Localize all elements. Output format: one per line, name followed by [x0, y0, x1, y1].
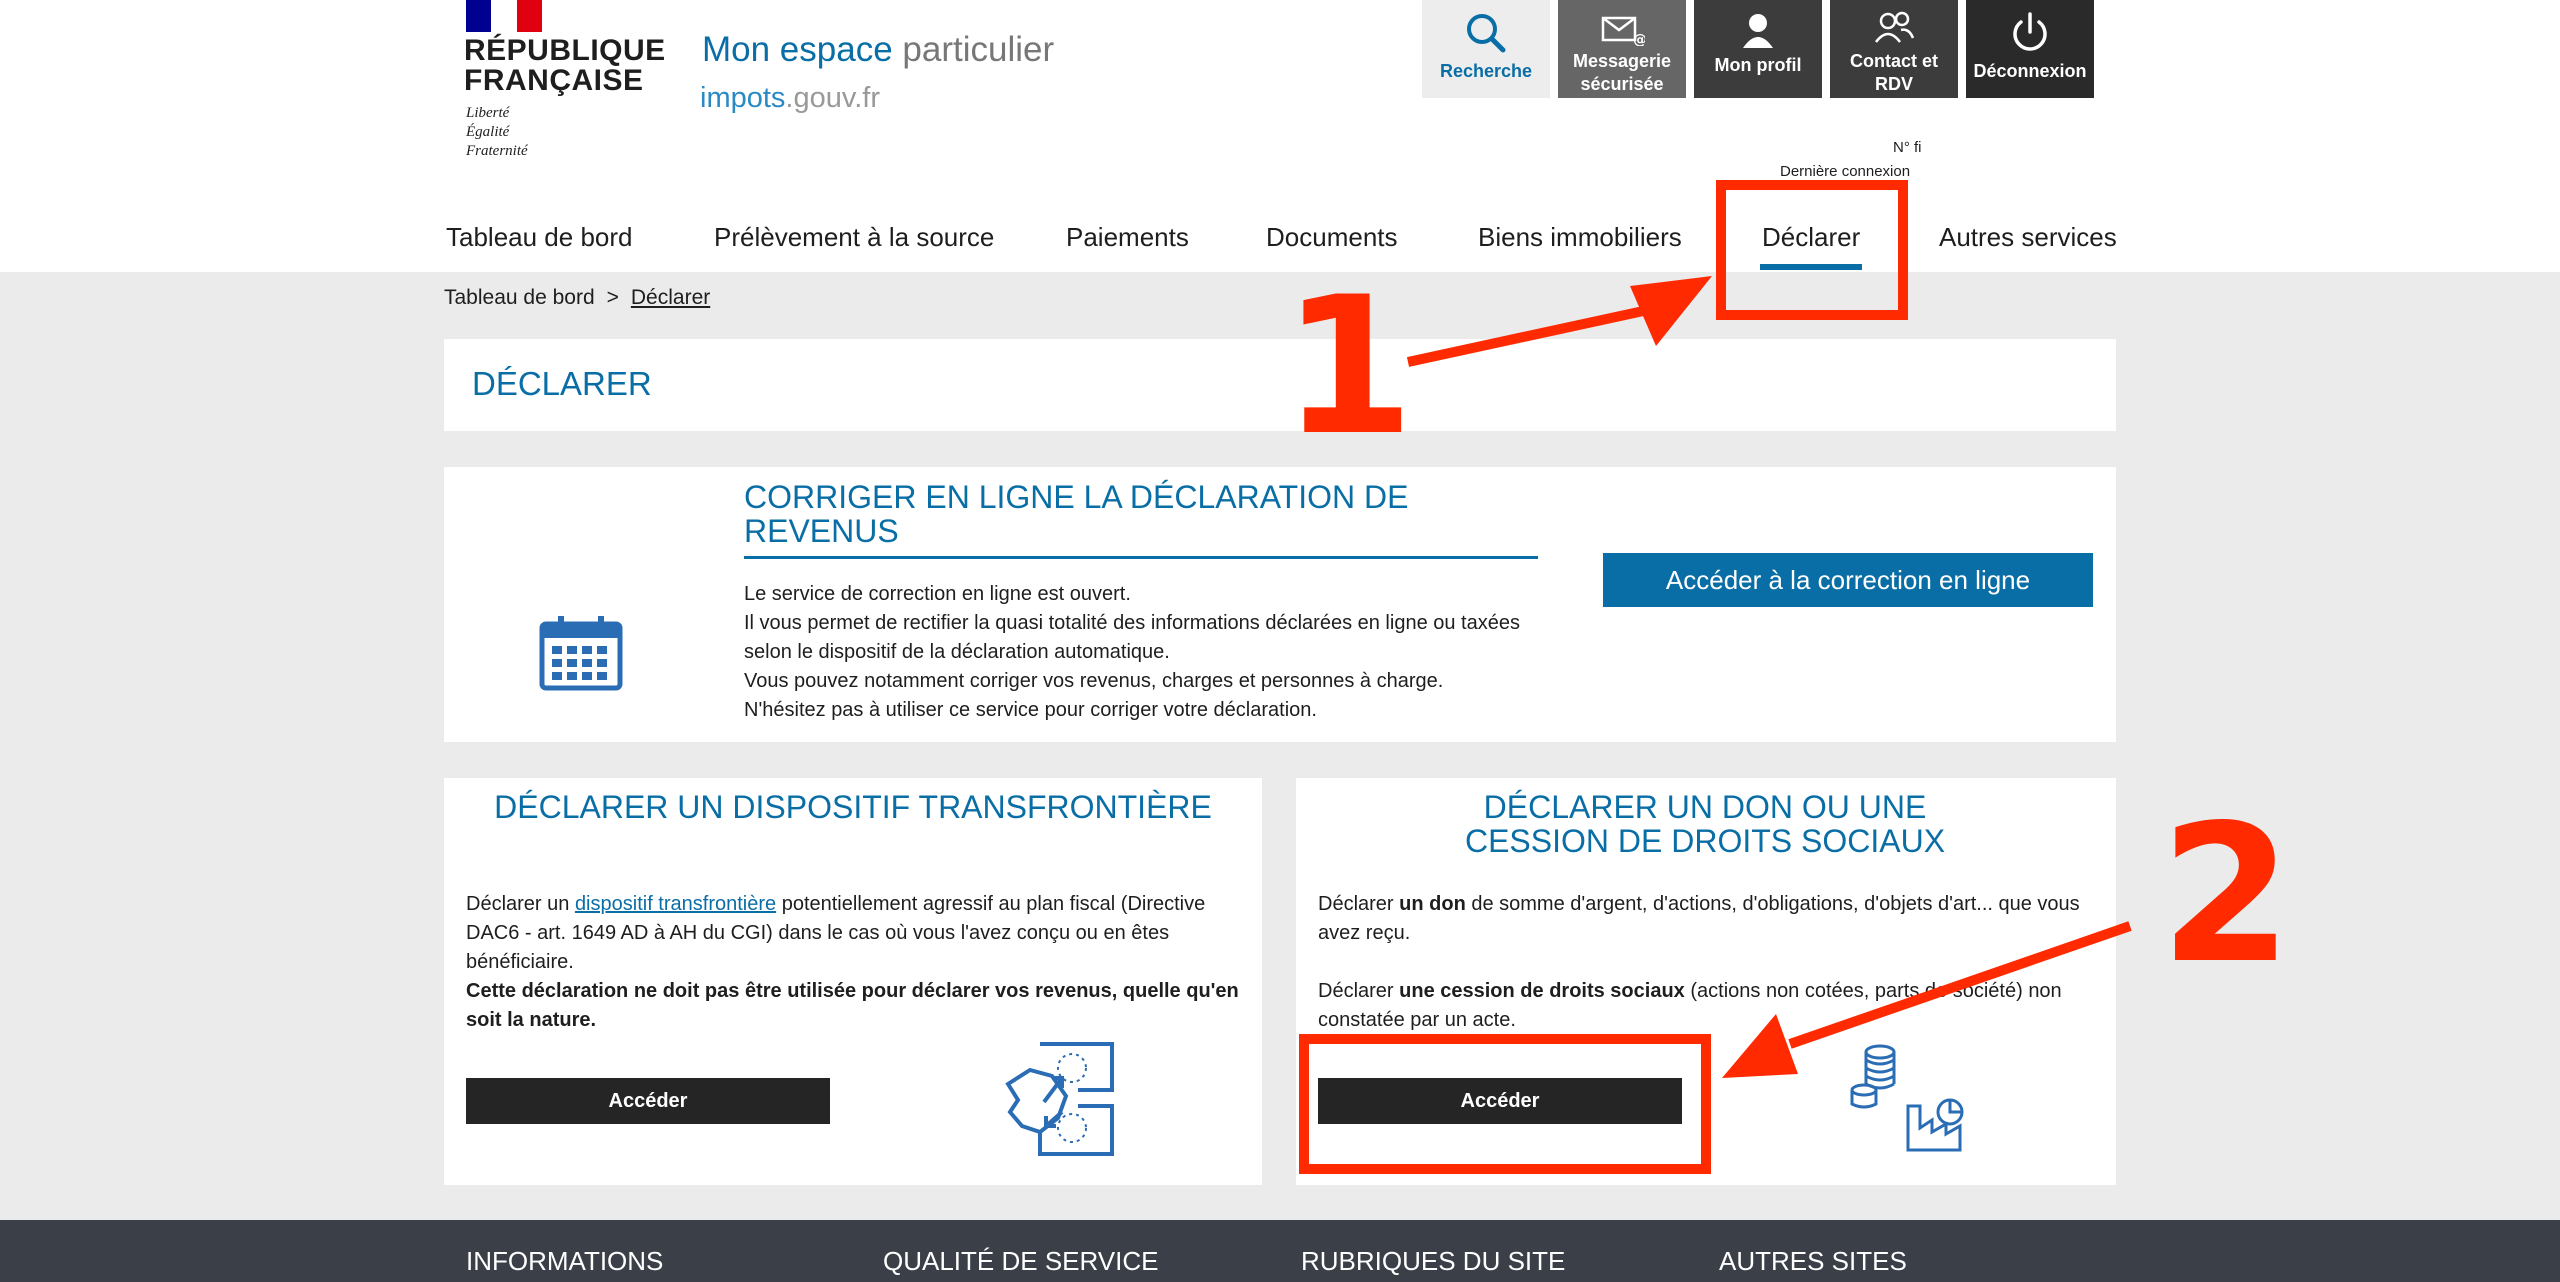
- annotation-step-1: 1: [1282, 256, 1415, 477]
- page-title-card: [444, 339, 2116, 431]
- don-title: DÉCLARER UN DON OU UNE CESSION DE DROITS…: [1464, 789, 1946, 859]
- user-icon: [1743, 14, 1773, 48]
- breadcrumb-home[interactable]: Tableau de bord: [444, 286, 595, 309]
- nav-tableau-de-bord[interactable]: Tableau de bord: [446, 222, 632, 253]
- search-button[interactable]: Recherche: [1422, 0, 1550, 98]
- calendar-icon: [539, 616, 623, 691]
- nav-prelevement-a-la-source[interactable]: Prélèvement à la source: [714, 222, 994, 253]
- footer-qualite-de-service[interactable]: QUALITÉ DE SERVICE: [883, 1246, 1159, 1277]
- nav-biens-immobiliers[interactable]: Biens immobiliers: [1478, 222, 1682, 253]
- last-connection-label: Dernière connexion: [1780, 163, 1911, 180]
- nav-documents[interactable]: Documents: [1266, 222, 1398, 253]
- don-description: Déclarer un don de somme d'argent, d'act…: [1318, 893, 2080, 1031]
- transfrontiere-description: Déclarer un dispositif transfrontière po…: [466, 893, 1239, 1031]
- site-title[interactable]: Mon espace particulier: [702, 30, 1054, 70]
- site-domain: impots.gouv.fr: [700, 82, 880, 114]
- search-icon: [1467, 14, 1506, 53]
- republique-francaise-logo[interactable]: RÉPUBLIQUE FRANÇAISE: [464, 36, 666, 96]
- users-icon: [1875, 11, 1915, 43]
- dispositif-transfrontiere-link[interactable]: dispositif transfrontière: [575, 893, 776, 915]
- footer-autres-sites[interactable]: AUTRES SITES: [1719, 1246, 1907, 1277]
- power-icon: [2013, 12, 2047, 51]
- footer-informations[interactable]: INFORMATIONS: [466, 1246, 663, 1277]
- annotation-step-2: 2: [2160, 784, 2293, 1005]
- logout-button[interactable]: Déconnexion: [1966, 0, 2094, 98]
- svg-text:@: @: [1633, 32, 1645, 46]
- annotation-box-declarer: [1716, 180, 1908, 320]
- republique-flag-logo: [466, 0, 542, 32]
- nav-paiements[interactable]: Paiements: [1066, 222, 1189, 253]
- correction-description: Le service de correction en ligne est ou…: [744, 583, 1520, 721]
- profile-button[interactable]: Mon profil: [1694, 0, 1822, 98]
- envelope-at-icon: @: [1601, 16, 1645, 46]
- correction-title: CORRIGER EN LIGNE LA DÉCLARATION DE REVE…: [744, 479, 1409, 549]
- breadcrumb-current[interactable]: Déclarer: [631, 286, 710, 309]
- map-exchange-icon: [1005, 1042, 1114, 1156]
- footer: [0, 1220, 2560, 1282]
- logo-motto: Liberté Égalité Fraternité: [466, 105, 528, 159]
- transfrontiere-access-button[interactable]: Accéder: [466, 1078, 830, 1124]
- correction-title-rule: [744, 556, 1538, 559]
- transfrontiere-title: DÉCLARER UN DISPOSITIF TRANSFRONTIÈRE: [494, 789, 1212, 825]
- annotation-box-acceder: [1299, 1034, 1711, 1174]
- messagerie-button[interactable]: @ Messagerie sécurisée: [1558, 0, 1686, 98]
- footer-rubriques-du-site[interactable]: RUBRIQUES DU SITE: [1301, 1246, 1565, 1277]
- nav-autres-services[interactable]: Autres services: [1939, 222, 2117, 253]
- fiscal-number-label: N° fi: [1893, 139, 1922, 156]
- page-title: DÉCLARER: [472, 365, 652, 402]
- contact-button[interactable]: Contact et RDV: [1830, 0, 1958, 98]
- correction-button[interactable]: Accéder à la correction en ligne: [1603, 553, 2093, 607]
- breadcrumb: Tableau de bord > Déclarer: [444, 286, 711, 309]
- coins-factory-icon: [1850, 1044, 1964, 1152]
- annotation-arrow-1-head: [1630, 276, 1712, 346]
